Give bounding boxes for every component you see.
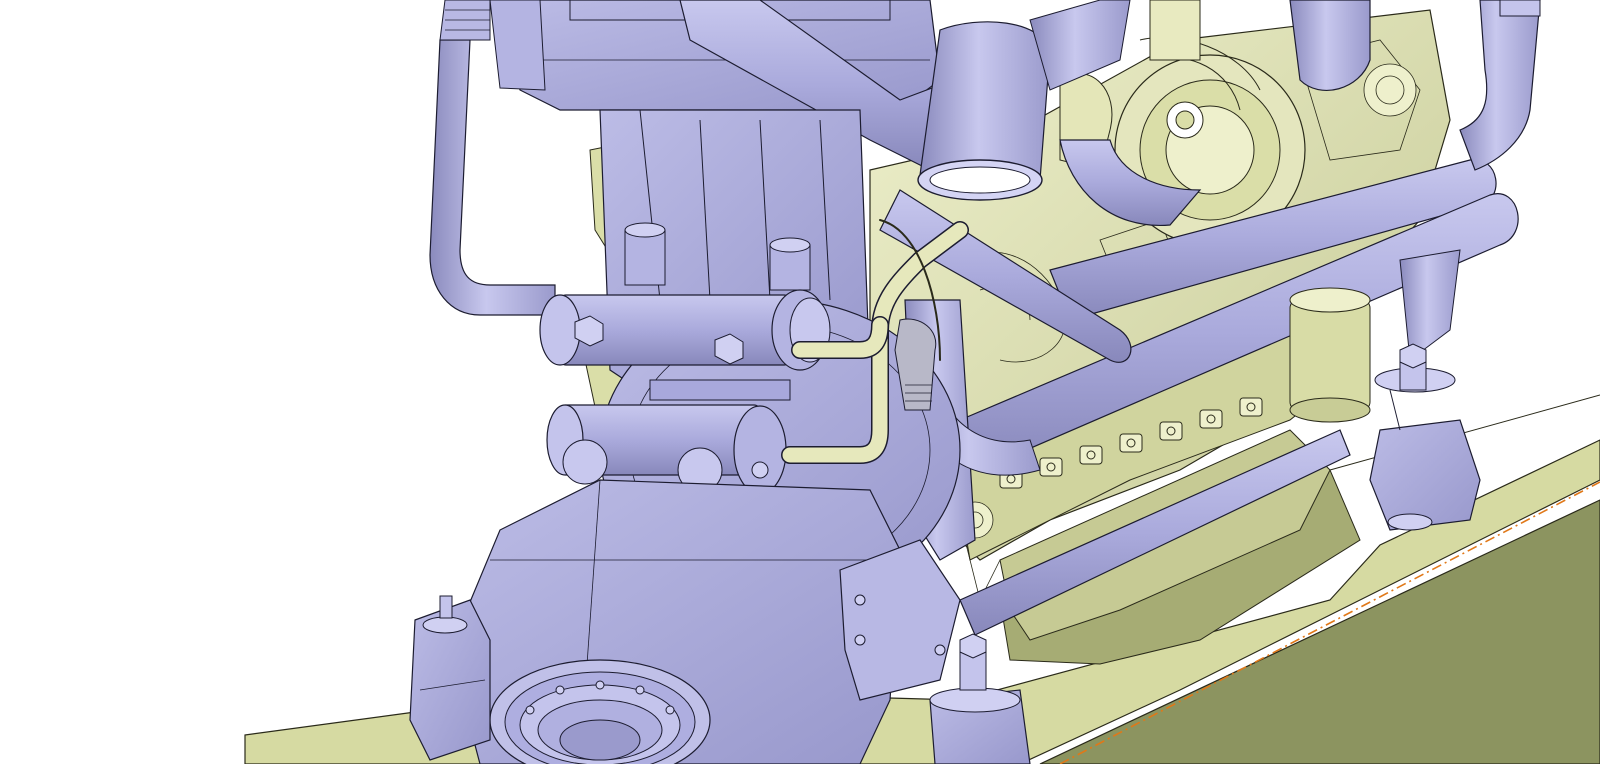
support-pipe bbox=[1399, 249, 1461, 361]
oil-filter-canister bbox=[1289, 287, 1371, 423]
exchanger-flange bbox=[649, 379, 791, 401]
gearbox-side-plate bbox=[839, 539, 961, 701]
engine-assembly-model[interactable] bbox=[0, 0, 1600, 764]
pipe-flange-right bbox=[1499, 0, 1541, 17]
heat-exchanger-upper[interactable] bbox=[539, 289, 831, 371]
cad-3d-viewport[interactable] bbox=[0, 0, 1600, 764]
engine-mount-left[interactable] bbox=[409, 595, 491, 761]
yellow-riser-pipe bbox=[1149, 0, 1201, 61]
right-vertical-pipe bbox=[1459, 0, 1541, 171]
engine-mount-right[interactable] bbox=[1369, 343, 1481, 531]
intake-collar bbox=[489, 0, 546, 91]
upper-right-pipe bbox=[1289, 0, 1371, 91]
